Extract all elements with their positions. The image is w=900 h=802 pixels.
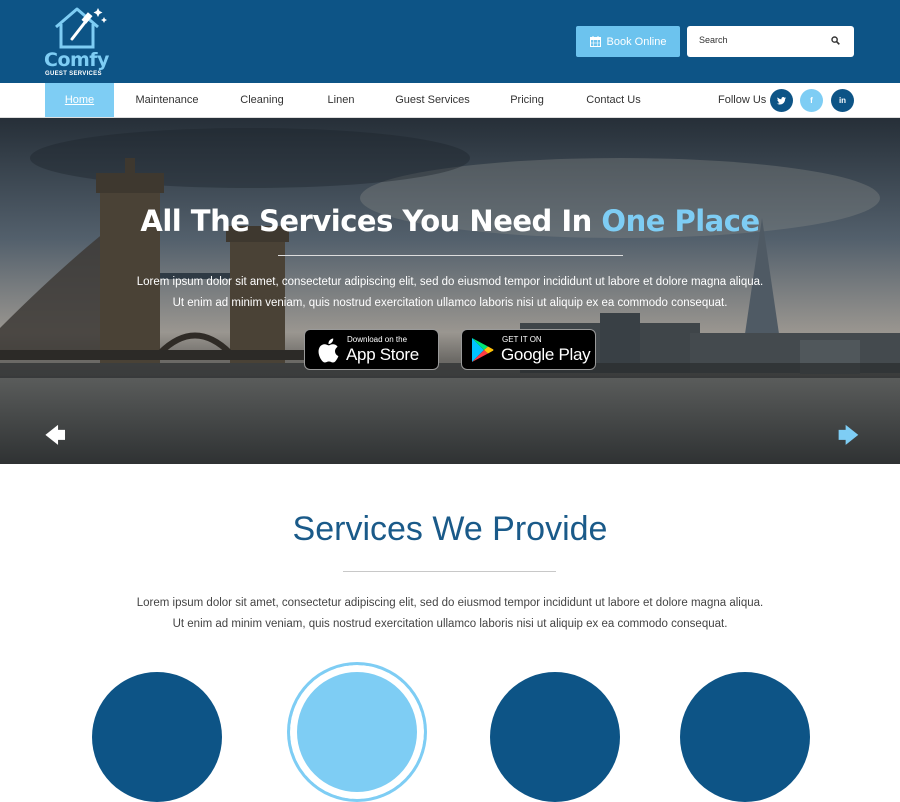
hero-title: All The Services You Need In One Place bbox=[0, 204, 900, 238]
main-nav: Home Maintenance Cleaning Linen Guest Se… bbox=[0, 83, 900, 118]
service-card-2[interactable] bbox=[287, 662, 427, 802]
app-store-small-text: Download on the bbox=[347, 335, 408, 344]
google-play-icon bbox=[472, 338, 494, 362]
service-card-1[interactable] bbox=[92, 672, 222, 802]
google-play-small-text: GET IT ON bbox=[502, 335, 542, 344]
search-input[interactable] bbox=[699, 35, 829, 45]
app-store-big-text: App Store bbox=[346, 345, 419, 364]
nav-item-cleaning[interactable]: Cleaning bbox=[230, 83, 294, 117]
hero-slider: All The Services You Need In One Place L… bbox=[0, 118, 900, 464]
calendar-icon bbox=[589, 36, 601, 47]
search-icon[interactable] bbox=[831, 36, 840, 45]
hero-text-line-2: Ut enim ad minim veniam, quis nostrud ex… bbox=[172, 297, 728, 309]
service-card-3[interactable] bbox=[490, 672, 620, 802]
nav-item-home[interactable]: Home bbox=[45, 83, 114, 117]
brand-logo[interactable]: Comfy GUEST SERVICES bbox=[44, 5, 116, 79]
book-online-label: Book Online bbox=[606, 35, 667, 48]
nav-item-contact-us[interactable]: Contact Us bbox=[576, 83, 651, 117]
top-header: Comfy GUEST SERVICES Book Online bbox=[0, 0, 900, 83]
services-title: Services We Provide bbox=[292, 510, 608, 548]
apple-icon bbox=[318, 338, 339, 363]
google-play-button[interactable]: GET IT ON Google Play bbox=[461, 329, 596, 370]
services-text-line-1: Lorem ipsum dolor sit amet, consectetur … bbox=[136, 597, 764, 609]
book-online-button[interactable]: Book Online bbox=[576, 26, 680, 57]
next-slide-arrow-icon[interactable]: 🡆 bbox=[838, 426, 859, 446]
nav-item-pricing[interactable]: Pricing bbox=[500, 83, 554, 117]
prev-slide-arrow-icon[interactable]: 🡄 bbox=[45, 426, 66, 446]
brand-name: Comfy bbox=[44, 49, 109, 71]
hero-title-highlight: One Place bbox=[601, 204, 760, 238]
twitter-icon[interactable] bbox=[770, 89, 793, 112]
hero-background-image bbox=[0, 118, 900, 464]
follow-us-label: Follow Us bbox=[718, 94, 767, 106]
nav-item-guest-services[interactable]: Guest Services bbox=[388, 83, 477, 117]
brand-tagline: GUEST SERVICES bbox=[45, 71, 102, 77]
nav-item-linen[interactable]: Linen bbox=[316, 83, 366, 117]
services-text-line-2: Ut enim ad minim veniam, quis nostrud ex… bbox=[172, 618, 728, 630]
linkedin-icon[interactable]: in bbox=[831, 89, 854, 112]
hero-divider bbox=[278, 255, 623, 256]
house-squeegee-icon bbox=[55, 7, 107, 49]
hero-title-main: All The Services You Need In bbox=[140, 204, 602, 238]
app-store-button[interactable]: Download on the App Store bbox=[304, 329, 439, 370]
google-play-big-text: Google Play bbox=[501, 345, 591, 364]
nav-item-maintenance[interactable]: Maintenance bbox=[126, 83, 208, 117]
hero-text-line-1: Lorem ipsum dolor sit amet, consectetur … bbox=[136, 276, 764, 288]
facebook-icon[interactable]: f bbox=[800, 89, 823, 112]
search-box bbox=[687, 26, 854, 57]
service-card-4[interactable] bbox=[680, 672, 810, 802]
services-divider bbox=[343, 571, 556, 572]
